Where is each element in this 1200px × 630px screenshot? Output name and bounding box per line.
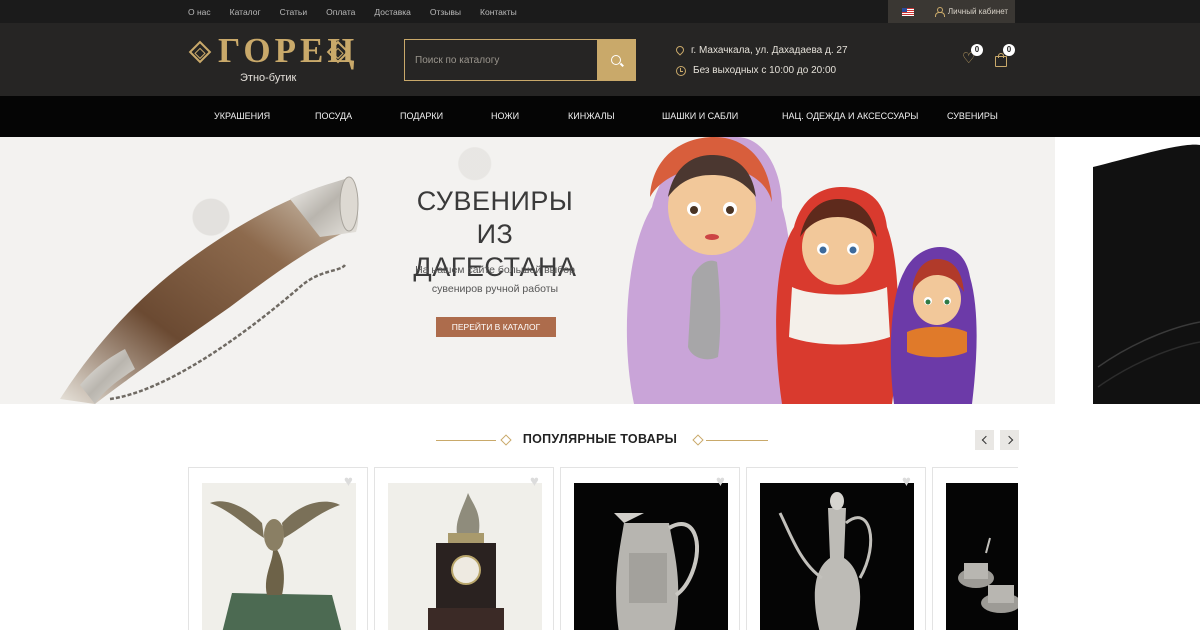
top-bar: О нас Каталог Статьи Оплата Доставка Отз… (0, 0, 1200, 23)
hours-text: Без выходных с 10:00 до 20:00 (693, 65, 837, 76)
site-header: ГОРЕЦ Этно-бутик г. Махачкала, ул. Дахад… (0, 23, 1200, 96)
ornament-icon (188, 40, 212, 64)
product-carousel (188, 467, 1018, 630)
top-link-delivery[interactable]: Доставка (374, 7, 411, 17)
product-card[interactable] (932, 467, 1018, 630)
go-to-catalog-button[interactable]: ПЕРЕЙТИ В КАТАЛОГ (436, 317, 556, 337)
search-bar (404, 39, 636, 81)
nav-item-clothing[interactable]: НАЦ. ОДЕЖДА И АКСЕССУАРЫ (782, 111, 918, 121)
nav-item-tableware[interactable]: ПОСУДА (315, 111, 352, 121)
add-to-wishlist-heart-icon[interactable] (902, 473, 916, 490)
top-link-articles[interactable]: Статьи (280, 7, 308, 17)
drinking-horn-image (60, 176, 359, 404)
add-to-wishlist-heart-icon[interactable] (344, 473, 358, 490)
product-card[interactable] (374, 467, 554, 630)
logo[interactable]: ГОРЕЦ Этно-бутик (188, 31, 355, 87)
top-link-catalog[interactable]: Каталог (230, 7, 261, 17)
banner-text-line1: На нашем сайте большой выбор (415, 264, 575, 276)
hero-banner: СУВЕНИРЫ ИЗ ДАГЕСТАНА На нашем сайте бол… (0, 137, 1055, 404)
working-hours: Без выходных с 10:00 до 20:00 (676, 65, 836, 76)
add-to-wishlist-heart-icon[interactable] (530, 473, 544, 490)
nav-item-sabers[interactable]: ШАШКИ И САБЛИ (662, 111, 738, 121)
product-image-eagle (202, 483, 356, 630)
top-link-reviews[interactable]: Отзывы (430, 7, 461, 17)
cart-count-badge: 0 (1003, 44, 1015, 56)
top-nav: О нас Каталог Статьи Оплата Доставка Отз… (188, 0, 536, 23)
address-text: г. Махачкала, ул. Дахадаева д. 27 (691, 45, 848, 56)
search-icon (611, 55, 621, 65)
nav-item-knives[interactable]: НОЖИ (491, 111, 519, 121)
matryoshka-dolls-image (626, 137, 977, 404)
add-to-wishlist-heart-icon[interactable] (716, 473, 730, 490)
product-card[interactable] (560, 467, 740, 630)
nav-item-daggers[interactable]: КИНЖАЛЫ (568, 111, 615, 121)
nav-item-jewelry[interactable]: УКРАШЕНИЯ (214, 111, 270, 121)
section-divider (706, 440, 768, 441)
main-nav: УКРАШЕНИЯ ПОСУДА ПОДАРКИ НОЖИ КИНЖАЛЫ ША… (0, 96, 1200, 137)
clock-icon (676, 65, 686, 76)
banner-text-line2: сувениров ручной работы (431, 283, 559, 295)
carousel-prev-button[interactable] (975, 430, 994, 450)
carousel-next-button[interactable] (1000, 430, 1019, 450)
address: г. Махачкала, ул. Дахадаева д. 27 (676, 45, 848, 56)
banner-text: На нашем сайте большой выбор сувениров р… (395, 261, 595, 299)
top-link-contacts[interactable]: Контакты (480, 7, 517, 17)
account-button[interactable]: Личный кабинет (928, 0, 1015, 23)
wishlist-count-badge: 0 (971, 44, 983, 56)
top-link-payment[interactable]: Оплата (326, 7, 355, 17)
nav-item-souvenirs[interactable]: СУВЕНИРЫ (947, 111, 998, 121)
account-label: Личный кабинет (947, 7, 1009, 16)
product-image-cups (946, 483, 1018, 630)
search-input[interactable] (405, 40, 597, 80)
product-image-clock (388, 483, 542, 630)
banner-title-line1: СУВЕНИРЫ (416, 186, 574, 216)
product-image-jug (574, 483, 728, 630)
logo-subtitle: Этно-бутик (240, 72, 297, 84)
top-link-about[interactable]: О нас (188, 7, 211, 17)
us-flag-icon (902, 7, 914, 16)
location-pin-icon (676, 46, 684, 56)
next-slide-preview[interactable] (1093, 137, 1200, 404)
language-switcher[interactable] (888, 0, 928, 23)
search-button[interactable] (597, 40, 635, 80)
papakha-hat-image (1093, 137, 1200, 404)
user-icon (934, 7, 945, 17)
popular-products-title: ПОПУЛЯРНЫЕ ТОВАРЫ (522, 432, 678, 446)
product-image-kumgan (760, 483, 914, 630)
product-card[interactable] (188, 467, 368, 630)
product-card[interactable] (746, 467, 926, 630)
nav-item-gifts[interactable]: ПОДАРКИ (400, 111, 443, 121)
